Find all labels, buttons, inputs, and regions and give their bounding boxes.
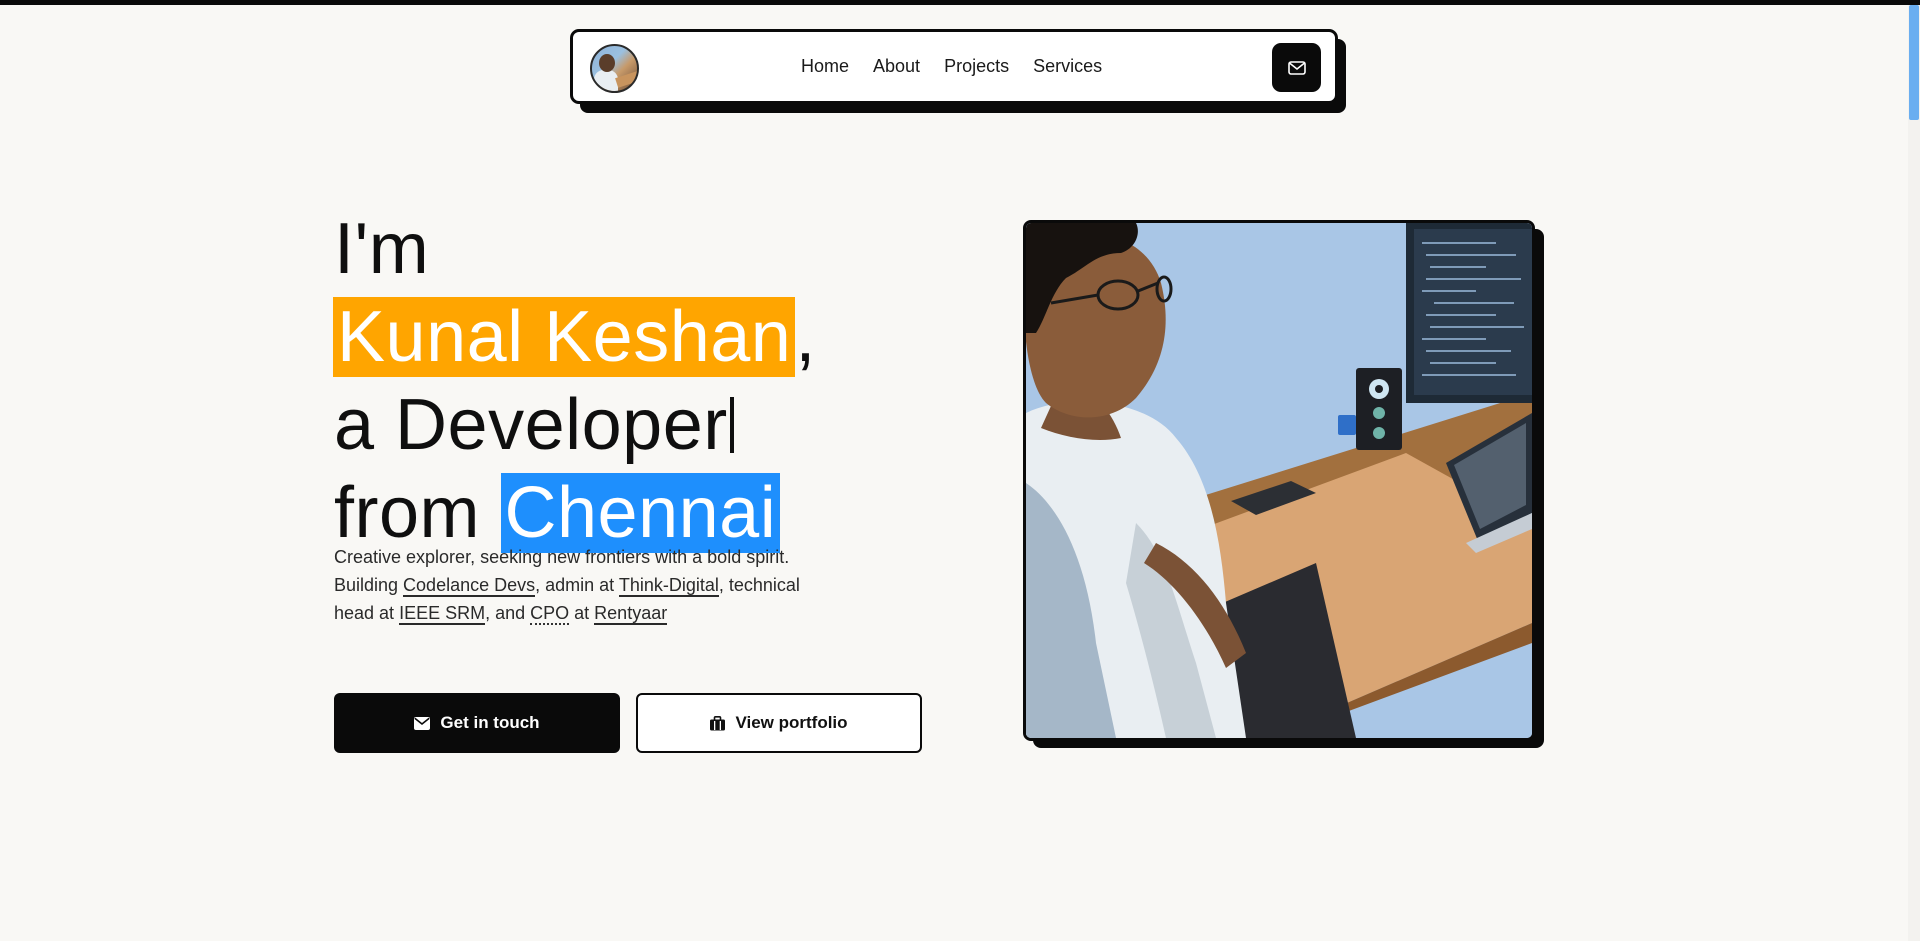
typing-cursor xyxy=(729,397,734,453)
nav-links: Home About Projects Services xyxy=(801,32,1102,101)
view-portfolio-button[interactable]: View portfolio xyxy=(636,693,922,753)
bio-text: Creative explorer, seeking new frontiers… xyxy=(334,547,800,625)
nav-projects-link[interactable]: Projects xyxy=(944,56,1009,77)
mail-icon xyxy=(1287,60,1306,75)
headline-line-1: I'm xyxy=(334,209,430,289)
mail-button[interactable] xyxy=(1272,43,1321,92)
nav-services-link[interactable]: Services xyxy=(1033,56,1102,77)
avatar[interactable] xyxy=(590,44,639,93)
cpo-abbr: CPO xyxy=(530,603,570,625)
city-highlight: Chennai xyxy=(500,473,781,553)
nav-home-link[interactable]: Home xyxy=(801,56,849,77)
envelope-icon xyxy=(414,716,431,730)
scrollbar-track[interactable] xyxy=(1908,5,1920,941)
codelance-link[interactable]: Codelance Devs xyxy=(403,575,536,597)
top-border xyxy=(0,0,1920,5)
think-digital-link[interactable]: Think-Digital xyxy=(618,575,719,597)
briefcase-icon xyxy=(710,715,726,730)
headline-line-3: a Developer xyxy=(334,381,954,469)
rentyaar-link[interactable]: Rentyaar xyxy=(594,603,668,625)
get-in-touch-button[interactable]: Get in touch xyxy=(334,693,620,753)
hero-headline: I'm Kunal Keshan, a Developer from Chenn… xyxy=(333,205,954,557)
navbar: Home About Projects Services xyxy=(570,29,1338,104)
typed-role: a Developer xyxy=(334,385,728,465)
nav-about-link[interactable]: About xyxy=(873,56,920,77)
ieee-srm-link[interactable]: IEEE SRM xyxy=(399,603,486,625)
headline-line-2: Kunal Keshan, xyxy=(333,293,954,381)
name-highlight: Kunal Keshan xyxy=(333,297,796,377)
developer-illustration xyxy=(1023,220,1535,741)
scrollbar-thumb[interactable] xyxy=(1909,5,1919,120)
